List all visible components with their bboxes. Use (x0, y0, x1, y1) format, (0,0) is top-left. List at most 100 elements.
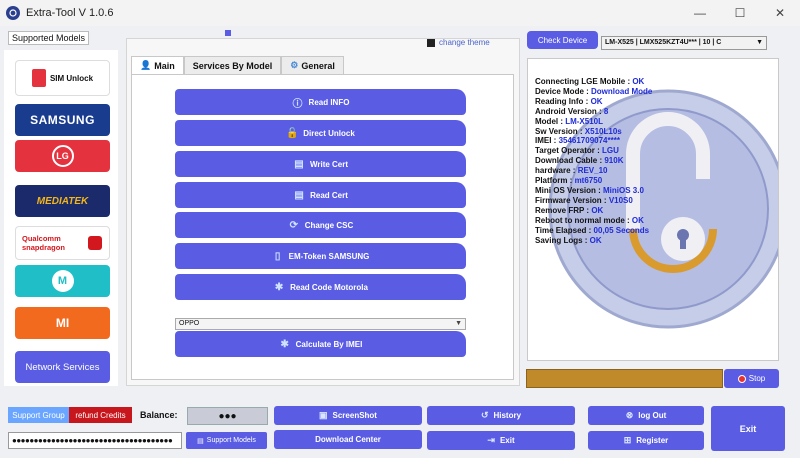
tab-label: General (301, 60, 335, 71)
log-line: Time Elapsed : 00,05 Seconds (535, 226, 652, 236)
phone-icon: ▯ (274, 250, 281, 262)
tab-general[interactable]: ⚙ General (281, 56, 344, 75)
brand-sim-unlock[interactable]: SIM Unlock (15, 60, 110, 96)
brand-label: SAMSUNG (30, 113, 95, 127)
log-key: hardware : (535, 166, 578, 176)
stop-label: Stop (748, 374, 766, 383)
log-value: LGU (601, 146, 619, 156)
close-button[interactable]: ✕ (760, 0, 800, 26)
support-group-button[interactable]: Support Group (8, 407, 69, 423)
brand-motorola[interactable]: M (15, 265, 110, 297)
lock-icon: 🔓 (285, 127, 299, 139)
button-label: log Out (638, 411, 667, 420)
direct-unlock-button[interactable]: 🔓 Direct Unlock (175, 120, 466, 146)
snapdragon-icon (88, 236, 102, 250)
stop-button[interactable]: Stop (724, 369, 779, 388)
brand-network-services[interactable]: Network Services (15, 351, 110, 383)
log-value: MiniOS 3.0 (603, 185, 644, 195)
minimize-button[interactable]: — (680, 0, 720, 26)
change-theme-label: change theme (439, 38, 490, 47)
brand-label: Network Services (25, 361, 100, 373)
brand-mediatek[interactable]: MEDIATEK (15, 185, 110, 217)
tab-main[interactable]: 👤 Main (131, 56, 184, 75)
log-key: Device Mode : (535, 86, 592, 96)
button-label: Exit (499, 436, 515, 445)
brand-lg[interactable]: LG (15, 140, 110, 172)
support-models-button[interactable]: ▤ Support Models (186, 432, 267, 449)
read-info-button[interactable]: ⓘ Read INFO (175, 89, 466, 115)
log-line: Platform : mt6750 (535, 176, 652, 186)
log-line: Reading Info : OK (535, 97, 652, 107)
history-button[interactable]: ↺ History (427, 406, 575, 425)
button-label: Change CSC (304, 220, 354, 230)
brand-mi[interactable]: MI (15, 307, 110, 339)
tab-label: Main (154, 60, 175, 71)
change-csc-button[interactable]: ⟳ Change CSC (175, 212, 466, 238)
log-value: Download Mode (591, 86, 653, 96)
log-line: Device Mode : Download Mode (535, 87, 652, 97)
theme-checkbox[interactable] (427, 38, 435, 47)
camera-icon: ▣ (319, 410, 328, 420)
log-value: OK (632, 77, 645, 86)
lg-logo-icon: LG (51, 145, 74, 167)
supported-models-label: Supported Models (8, 31, 90, 45)
button-label: Download Center (315, 435, 381, 444)
device-select-value: LM-X525 | LMX525KZT4U*** | 10 | C (605, 39, 722, 46)
log-key: Connecting LGE Mobile : (535, 77, 633, 86)
register-button[interactable]: ⊞ Register (588, 431, 704, 450)
logout-button[interactable]: ⊗ log Out (588, 406, 704, 425)
device-select[interactable]: LM-X525 | LMX525KZT4U*** | 10 | C ▼ (601, 36, 767, 50)
change-theme-toggle[interactable]: change theme (427, 38, 490, 47)
motorola-logo-icon: M (51, 270, 74, 292)
button-label: History (493, 411, 522, 420)
log-value: OK (591, 205, 604, 215)
brand-samsung[interactable]: SAMSUNG (15, 104, 110, 136)
gear-icon: ⚙ (290, 60, 299, 70)
accent-marker (225, 30, 231, 36)
download-center-button[interactable]: Download Center (274, 430, 422, 449)
button-label: EM-Token SAMSUNG (288, 251, 370, 261)
log-key: Model : (535, 116, 566, 126)
tab-strip: 👤 Main Services By Model ⚙ General (131, 56, 344, 75)
log-line: Firmware Version : V10S0 (535, 196, 652, 206)
balance-label: Balance: (140, 410, 178, 420)
log-line: Model : LM-X510L (535, 117, 652, 127)
log-key: IMEI : (535, 136, 559, 146)
log-key: Sw Version : (535, 126, 585, 136)
check-device-button[interactable]: Check Device (527, 31, 598, 49)
exit-button[interactable]: Exit (711, 406, 785, 451)
model-select-value: OPPO (179, 320, 200, 327)
exit-small-button[interactable]: ⇥ Exit (427, 431, 575, 450)
stop-icon (737, 374, 746, 383)
log-key: Download Cable : (535, 156, 605, 166)
password-field[interactable]: ●●●●●●●●●●●●●●●●●●●●●●●●●●●●●●●●●●●●● (8, 432, 182, 449)
title-bar: Extra-Tool V 1.0.6 — ☐ ✕ (0, 0, 800, 26)
model-select[interactable]: OPPO ▼ (175, 318, 466, 330)
window-title: Extra-Tool V 1.0.6 (26, 7, 114, 19)
wrench-icon: ✱ (274, 281, 284, 293)
screenshot-button[interactable]: ▣ ScreenShot (274, 406, 422, 425)
button-label: Register (636, 436, 669, 445)
log-value: V10S0 (608, 195, 633, 205)
app-icon (6, 6, 20, 20)
calculate-by-imei-button[interactable]: ✱ Calculate By IMEI (175, 331, 466, 357)
refund-credits-button[interactable]: refund Credits (69, 407, 132, 423)
button-label: Read INFO (308, 97, 350, 107)
log-panel: Connecting LGE Mobile : OK Device Mode : … (527, 58, 779, 361)
log-value: 00,05 Seconds (593, 225, 650, 235)
log-key: Firmware Version : (535, 195, 609, 205)
read-code-motorola-button[interactable]: ✱ Read Code Motorola (175, 274, 466, 300)
write-cert-button[interactable]: ▤ Write Cert (175, 151, 466, 177)
tab-services-by-model[interactable]: Services By Model (183, 56, 282, 75)
read-cert-button[interactable]: ▤ Read Cert (175, 182, 466, 208)
em-token-samsung-button[interactable]: ▯ EM-Token SAMSUNG (175, 243, 466, 269)
button-label: Calculate By IMEI (295, 339, 363, 349)
brand-snapdragon[interactable]: Qualcomm snapdragon (15, 226, 110, 260)
maximize-button[interactable]: ☐ (720, 0, 760, 26)
register-icon: ⊞ (623, 435, 632, 445)
document-icon: ▤ (294, 158, 304, 170)
log-value: 35461709074**** (558, 136, 620, 146)
exit-icon: ⇥ (487, 435, 495, 445)
log-line: hardware : REV_10 (535, 166, 652, 176)
log-line: Saving Logs : OK (535, 236, 652, 246)
